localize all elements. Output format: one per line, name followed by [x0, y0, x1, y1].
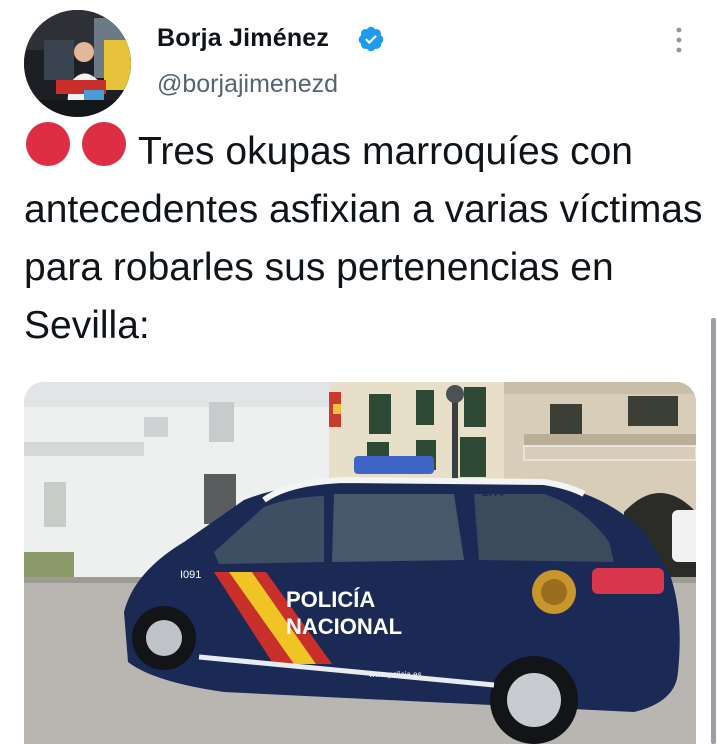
- car-roof-code: 2R4: [482, 485, 504, 499]
- tweet-text: Tres okupas marroquíes con antecedentes …: [24, 120, 704, 355]
- car-text-policia: POLICÍA: [286, 587, 375, 612]
- avatar-photo-icon: [24, 10, 131, 117]
- car-side-code: I091: [180, 569, 201, 581]
- display-name[interactable]: Borja Jiménez: [157, 24, 329, 53]
- police-car-photo-icon: POLICÍA NACIONAL 2R4 I091 www.policia.es: [24, 382, 696, 744]
- more-options-icon[interactable]: [668, 22, 690, 58]
- handle[interactable]: @borjajimenezd: [157, 70, 338, 99]
- verified-badge-icon: [358, 26, 384, 52]
- car-text-nacional: NACIONAL: [286, 614, 402, 639]
- tweet-header: Borja Jiménez @borjajimenezd: [0, 0, 718, 118]
- red-circle-emoji-icon: [26, 122, 126, 166]
- avatar[interactable]: [24, 10, 131, 117]
- scrollbar-thumb[interactable]: [711, 318, 716, 744]
- tweet-media-image[interactable]: POLICÍA NACIONAL 2R4 I091 www.policia.es: [24, 382, 696, 744]
